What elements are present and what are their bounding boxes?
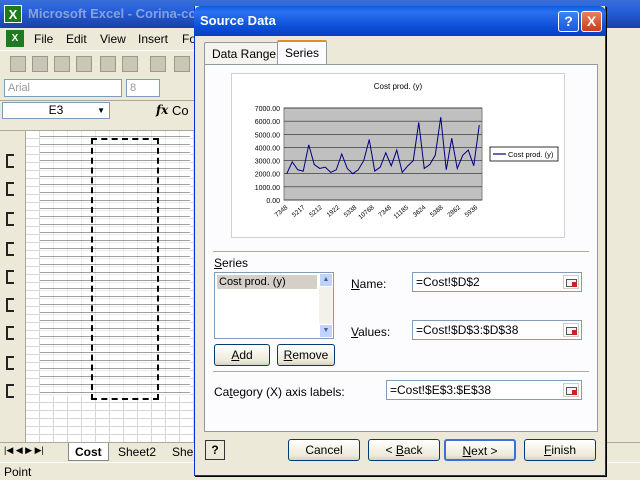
x-tick-label: 5388: [429, 204, 445, 219]
outline-bracket: [6, 242, 14, 256]
series-tab-panel: Cost prod. (y) 7000.00 6000.00 5000.00 4000.…: [204, 64, 598, 432]
category-field[interactable]: =Cost!$E$3:$E$38: [386, 380, 582, 400]
legend-label: Cost prod. (y): [508, 150, 554, 159]
y-tick-label: 0.00: [266, 198, 280, 205]
open-icon[interactable]: [32, 56, 48, 72]
chart-svg: Cost prod. (y) 7000.00 6000.00 5000.00 4000.…: [255, 82, 559, 221]
x-tick-label: 1922: [326, 204, 342, 219]
add-button[interactable]: Add: [214, 344, 270, 366]
y-tick-label: 6000.00: [255, 119, 280, 126]
x-tick-label: 5212: [308, 204, 324, 219]
workbook-icon[interactable]: X: [6, 30, 24, 47]
name-box-dropdown-icon[interactable]: ▼: [97, 103, 105, 118]
y-tick-label: 2000.00: [255, 172, 280, 179]
help-button[interactable]: ?: [558, 11, 579, 32]
tab-series[interactable]: Series: [277, 40, 328, 64]
values-field[interactable]: =Cost!$D$3:$D$38: [412, 320, 582, 340]
source-data-dialog: Source Data ? X Data Range Series Cost p…: [194, 6, 606, 476]
x-tick-label: 2862: [446, 204, 462, 219]
plot-area: [283, 107, 483, 201]
outline-bracket: [6, 212, 14, 226]
sheet-tab-sheet2[interactable]: Sheet2: [112, 443, 162, 461]
menu-insert[interactable]: Insert: [138, 32, 168, 46]
new-icon[interactable]: [10, 56, 26, 72]
remove-button[interactable]: Remove: [277, 344, 335, 366]
scroll-down-icon[interactable]: ▼: [319, 324, 333, 338]
formula-value[interactable]: Co: [172, 103, 189, 118]
preview-icon[interactable]: [122, 56, 138, 72]
sheet-tab-cost[interactable]: Cost: [68, 443, 109, 461]
series-scrollbar[interactable]: ▲ ▼: [319, 273, 333, 338]
values-label: Values:: [351, 325, 391, 339]
collapse-dialog-icon[interactable]: [563, 275, 579, 289]
x-tick-label: 10768: [357, 204, 376, 221]
dialog-title-bar[interactable]: Source Data ? X: [194, 6, 606, 36]
print-icon[interactable]: [100, 56, 116, 72]
research-icon[interactable]: [174, 56, 190, 72]
excel-right-edge: [606, 50, 640, 442]
fx-icon[interactable]: fx: [156, 103, 168, 117]
name-box[interactable]: E3 ▼: [2, 102, 110, 119]
outline-bracket: [6, 270, 14, 284]
tab-data-range[interactable]: Data Range: [204, 42, 285, 64]
font-name-box[interactable]: Arial: [4, 79, 122, 97]
menu-edit[interactable]: Edit: [66, 32, 87, 46]
chart-title: Cost prod. (y): [374, 82, 423, 91]
outline-bracket: [6, 326, 14, 340]
category-label: Category (X) axis labels:: [214, 385, 345, 399]
divider: [213, 371, 589, 373]
name-field[interactable]: =Cost!$D$2: [412, 272, 582, 292]
chart-preview: Cost prod. (y) 7000.00 6000.00 5000.00 4000.…: [231, 73, 565, 238]
series-listbox[interactable]: Cost prod. (y) ▲ ▼: [214, 272, 334, 339]
cancel-button[interactable]: Cancel: [288, 439, 360, 461]
menu-view[interactable]: View: [100, 32, 126, 46]
dialog-title: Source Data: [200, 13, 276, 28]
back-button[interactable]: < Back: [368, 439, 440, 461]
x-tick-label: 5936: [464, 204, 480, 219]
y-tick-label: 1000.00: [255, 185, 280, 192]
selection-marquee: [91, 138, 159, 400]
collapse-dialog-icon[interactable]: [563, 383, 579, 397]
divider: [213, 251, 589, 253]
outline-bracket: [6, 356, 14, 370]
x-tick-label: 11185: [393, 204, 411, 221]
name-label: Name:: [351, 277, 387, 291]
y-tick-label: 7000.00: [255, 106, 280, 113]
spelling-icon[interactable]: [150, 56, 166, 72]
series-group-label: Series: [214, 256, 249, 270]
close-button[interactable]: X: [581, 11, 602, 32]
x-tick-label: 7348: [377, 204, 393, 219]
x-tick-label: 7348: [274, 204, 290, 219]
x-tick-label: 5217: [291, 204, 307, 219]
series-list-item[interactable]: Cost prod. (y): [217, 275, 317, 289]
scroll-up-icon[interactable]: ▲: [319, 273, 333, 287]
save-icon[interactable]: [54, 56, 70, 72]
x-tick-label: 3624: [412, 204, 428, 219]
x-tick-label: 5338: [343, 204, 359, 219]
status-text: Point: [4, 465, 32, 479]
outline-bracket: [6, 298, 14, 312]
excel-logo-icon: X: [4, 5, 22, 23]
menu-file[interactable]: File: [34, 32, 53, 46]
outline-bracket: [6, 182, 14, 196]
footer-help-icon[interactable]: ?: [205, 440, 225, 460]
y-tick-label: 4000.00: [255, 145, 280, 152]
font-size-box[interactable]: 8: [126, 79, 160, 97]
permission-icon[interactable]: [76, 56, 92, 72]
outline-bracket: [6, 384, 14, 398]
finish-button[interactable]: Finish: [524, 439, 596, 461]
collapse-dialog-icon[interactable]: [563, 323, 579, 337]
excel-title: Microsoft Excel - Corina-co: [28, 6, 197, 21]
tab-scroll-icon[interactable]: |◀ ◀ ▶ ▶|: [4, 445, 44, 456]
y-tick-label: 3000.00: [255, 159, 280, 166]
outline-bracket: [6, 154, 14, 168]
y-tick-label: 5000.00: [255, 132, 280, 139]
next-button[interactable]: Next >: [444, 439, 516, 461]
